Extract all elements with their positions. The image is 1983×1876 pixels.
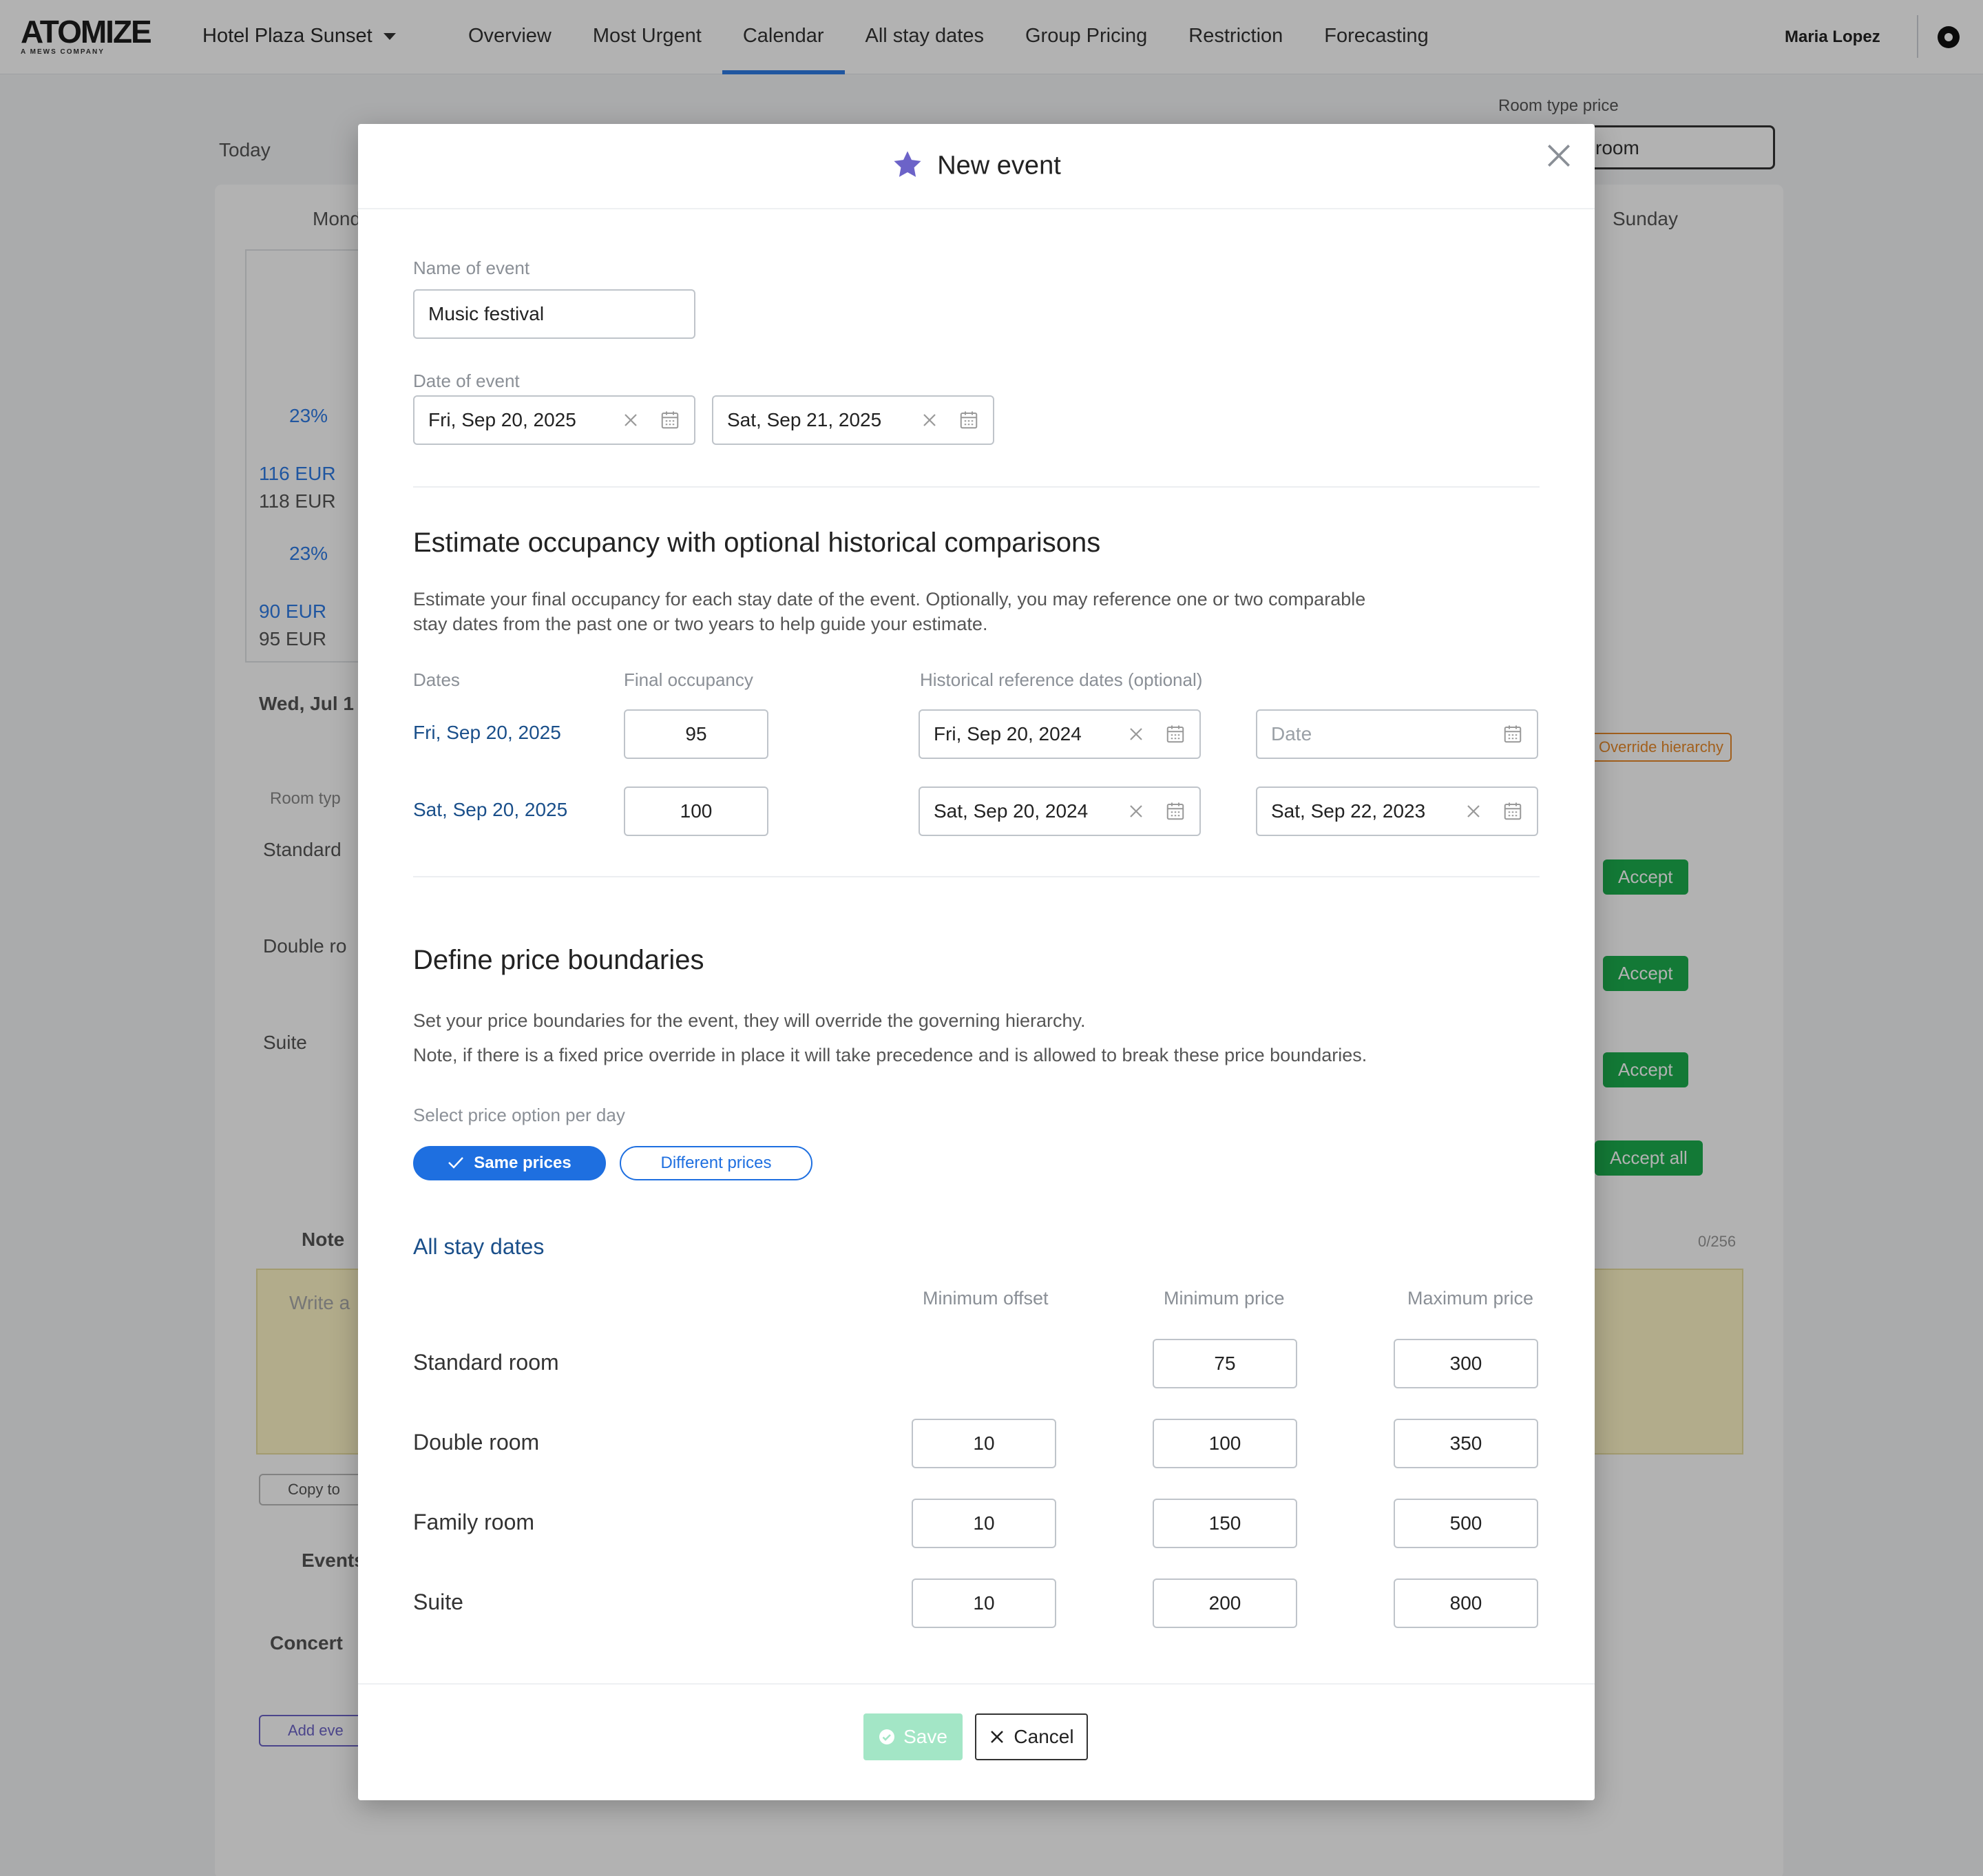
col-maximum-price: Maximum price xyxy=(1407,1288,1534,1309)
col-historical-dates: Historical reference dates (optional) xyxy=(920,669,1203,690)
divider xyxy=(413,486,1540,488)
same-prices-label: Same prices xyxy=(474,1154,571,1172)
occupancy-section-title: Estimate occupancy with optional histori… xyxy=(413,528,1101,558)
minimum-offset-input[interactable]: 10 xyxy=(912,1578,1056,1628)
occupancy-row-date: Sat, Sep 20, 2025 xyxy=(413,799,568,820)
minimum-offset-input[interactable]: 10 xyxy=(912,1499,1056,1548)
minimum-price-input[interactable]: 200 xyxy=(1153,1578,1297,1628)
occupancy-row-date: Fri, Sep 20, 2025 xyxy=(413,722,561,743)
historical-date-2-input[interactable]: Date xyxy=(1256,709,1538,759)
calendar-icon[interactable] xyxy=(958,409,979,431)
maximum-price-value: 300 xyxy=(1449,1353,1482,1374)
calendar-icon[interactable] xyxy=(1502,723,1523,745)
event-start-date-input[interactable]: Fri, Sep 20, 2025 xyxy=(413,395,695,445)
final-occupancy-input[interactable]: 100 xyxy=(624,786,768,836)
modal-header: New event xyxy=(358,124,1595,209)
clear-icon[interactable] xyxy=(622,412,639,428)
end-date-value: Sat, Sep 21, 2025 xyxy=(727,409,882,430)
minimum-price-value: 75 xyxy=(1214,1353,1236,1374)
different-prices-toggle[interactable]: Different prices xyxy=(620,1146,812,1180)
calendar-icon[interactable] xyxy=(1165,800,1186,822)
col-dates: Dates xyxy=(413,669,460,690)
minimum-offset-value: 10 xyxy=(973,1512,995,1534)
occupancy-description-line2: stay dates from the past one or two year… xyxy=(413,614,988,634)
calendar-icon[interactable] xyxy=(660,409,680,431)
maximum-price-value: 350 xyxy=(1449,1432,1482,1454)
clear-icon[interactable] xyxy=(1465,803,1482,820)
maximum-price-input[interactable]: 500 xyxy=(1394,1499,1538,1548)
minimum-offset-value: 10 xyxy=(973,1432,995,1454)
price-description-line2: Note, if there is a fixed price override… xyxy=(413,1045,1367,1065)
maximum-price-input[interactable]: 300 xyxy=(1394,1339,1538,1388)
historical-date-value: Sat, Sep 20, 2024 xyxy=(934,800,1089,822)
save-label: Save xyxy=(903,1726,947,1747)
minimum-offset-input[interactable]: 10 xyxy=(912,1419,1056,1468)
cancel-button[interactable]: Cancel xyxy=(975,1713,1088,1760)
room-name: Standard room xyxy=(413,1350,559,1375)
price-option-label: Select price option per day xyxy=(413,1105,625,1125)
different-prices-label: Different prices xyxy=(660,1154,772,1172)
historical-date-2-input[interactable]: Sat, Sep 22, 2023 xyxy=(1256,786,1538,836)
minimum-price-input[interactable]: 150 xyxy=(1153,1499,1297,1548)
room-name: Family room xyxy=(413,1510,535,1534)
cancel-label: Cancel xyxy=(1014,1726,1074,1747)
modal-title-row: New event xyxy=(358,150,1595,182)
new-event-modal: New event Name of event Music festival D… xyxy=(358,124,1595,1800)
event-name-input[interactable]: Music festival xyxy=(413,289,695,339)
close-icon xyxy=(991,1730,1004,1743)
date-placeholder: Date xyxy=(1271,723,1312,744)
minimum-price-value: 150 xyxy=(1208,1512,1241,1534)
maximum-price-input[interactable]: 800 xyxy=(1394,1578,1538,1628)
room-name: Double room xyxy=(413,1430,540,1455)
minimum-price-input[interactable]: 75 xyxy=(1153,1339,1297,1388)
historical-date-value: Fri, Sep 20, 2024 xyxy=(934,723,1082,744)
col-minimum-price: Minimum price xyxy=(1164,1288,1285,1309)
calendar-icon[interactable] xyxy=(1165,723,1186,745)
maximum-price-input[interactable]: 350 xyxy=(1394,1419,1538,1468)
minimum-offset-value: 10 xyxy=(973,1592,995,1614)
price-section-title: Define price boundaries xyxy=(413,945,704,975)
same-prices-toggle[interactable]: Same prices xyxy=(413,1146,606,1180)
minimum-price-value: 200 xyxy=(1208,1592,1241,1614)
clear-icon[interactable] xyxy=(1128,726,1144,742)
price-description-line1: Set your price boundaries for the event,… xyxy=(413,1010,1086,1031)
event-end-date-input[interactable]: Sat, Sep 21, 2025 xyxy=(712,395,994,445)
all-stay-dates-heading: All stay dates xyxy=(413,1234,545,1259)
modal-title: New event xyxy=(937,151,1061,180)
check-icon xyxy=(448,1156,464,1169)
check-circle-icon xyxy=(879,1729,895,1744)
col-minimum-offset: Minimum offset xyxy=(923,1288,1049,1309)
final-occupancy-input[interactable]: 95 xyxy=(624,709,768,759)
occupancy-description-line1: Estimate your final occupancy for each s… xyxy=(413,589,1366,609)
clear-icon[interactable] xyxy=(1128,803,1144,820)
save-button[interactable]: Save xyxy=(863,1713,963,1760)
calendar-icon[interactable] xyxy=(1502,800,1523,822)
event-name-value: Music festival xyxy=(428,303,545,324)
final-occupancy-value: 95 xyxy=(685,723,707,744)
maximum-price-value: 500 xyxy=(1449,1512,1482,1534)
date-label: Date of event xyxy=(413,371,520,391)
historical-date-value: Sat, Sep 22, 2023 xyxy=(1271,800,1426,822)
divider xyxy=(413,876,1540,877)
clear-icon[interactable] xyxy=(921,412,938,428)
minimum-price-input[interactable]: 100 xyxy=(1153,1419,1297,1468)
room-name: Suite xyxy=(413,1590,463,1614)
maximum-price-value: 800 xyxy=(1449,1592,1482,1614)
close-icon[interactable] xyxy=(1544,140,1574,171)
col-final-occupancy: Final occupancy xyxy=(624,669,753,690)
start-date-value: Fri, Sep 20, 2025 xyxy=(428,409,576,430)
modal-footer: Save Cancel xyxy=(358,1683,1595,1800)
final-occupancy-value: 100 xyxy=(680,800,713,822)
historical-date-1-input[interactable]: Fri, Sep 20, 2024 xyxy=(919,709,1201,759)
name-label: Name of event xyxy=(413,258,530,278)
historical-date-1-input[interactable]: Sat, Sep 20, 2024 xyxy=(919,786,1201,836)
minimum-price-value: 100 xyxy=(1208,1432,1241,1454)
star-icon xyxy=(894,151,921,177)
